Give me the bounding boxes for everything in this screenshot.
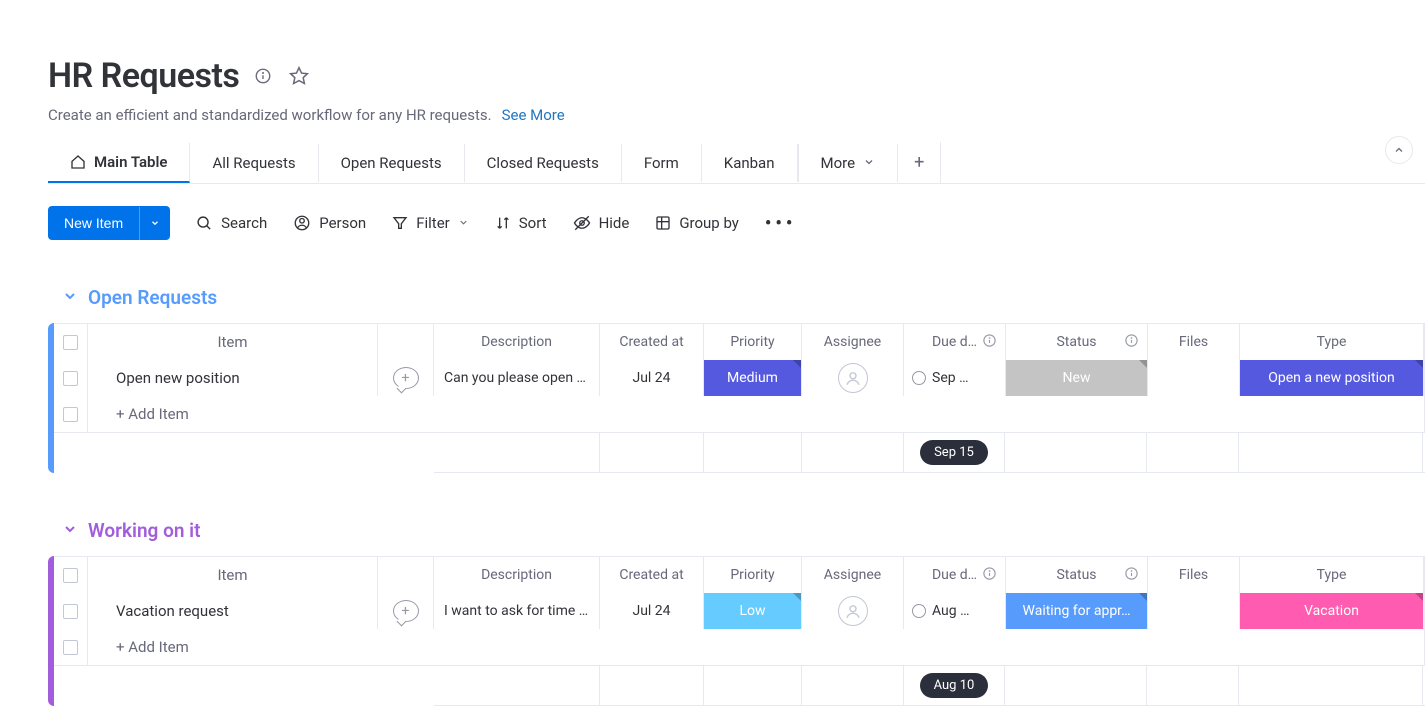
col-status[interactable]: Status — [1006, 324, 1148, 360]
col-item[interactable]: Item — [88, 557, 378, 593]
col-type[interactable]: Type — [1240, 324, 1424, 360]
select-all-cell[interactable] — [54, 557, 88, 593]
select-cell[interactable] — [54, 396, 88, 432]
groupby-tool[interactable]: Group by — [655, 214, 739, 232]
description-cell[interactable]: I want to ask for time … — [434, 593, 600, 629]
chat-cell[interactable]: + — [378, 360, 434, 396]
created-cell[interactable]: Jul 24 — [600, 360, 704, 396]
chevron-down-icon[interactable] — [62, 521, 78, 541]
group-title[interactable]: Working on it — [88, 519, 201, 542]
page-subtitle: Create an efficient and standardized wor… — [48, 106, 492, 124]
col-description[interactable]: Description — [434, 324, 600, 360]
tab-more[interactable]: More — [798, 144, 899, 182]
tab-kanban[interactable]: Kanban — [702, 144, 798, 182]
status-cell[interactable]: New — [1006, 360, 1148, 396]
home-icon — [70, 154, 86, 170]
item-name[interactable]: Open new position — [88, 360, 378, 396]
hide-tool[interactable]: Hide — [573, 214, 630, 232]
chat-cell[interactable]: + — [378, 593, 434, 629]
new-item-button[interactable]: New Item — [48, 206, 170, 240]
tabs-bar: Main Table All Requests Open Requests Cl… — [48, 142, 1425, 184]
search-tool[interactable]: Search — [196, 214, 267, 232]
select-cell[interactable] — [54, 629, 88, 665]
tab-all-requests[interactable]: All Requests — [190, 144, 318, 182]
info-icon[interactable] — [982, 333, 997, 352]
type-cell[interactable]: Vacation — [1240, 593, 1424, 629]
filter-icon — [392, 215, 408, 231]
tab-main-table[interactable]: Main Table — [48, 143, 190, 183]
files-cell[interactable] — [1148, 593, 1240, 629]
add-item-button[interactable]: + Add Item — [116, 638, 189, 656]
chevron-down-icon — [863, 154, 875, 172]
more-icon[interactable]: ••• — [765, 213, 796, 234]
col-created[interactable]: Created at — [600, 324, 704, 360]
date-summary-chip: Aug 10 — [920, 673, 989, 698]
hide-icon — [573, 214, 591, 232]
search-icon — [196, 215, 213, 232]
avatar-icon[interactable] — [838, 596, 868, 626]
status-cell[interactable]: Waiting for appr… — [1006, 593, 1148, 629]
tab-label: Main Table — [94, 153, 167, 171]
info-icon[interactable] — [1124, 566, 1139, 585]
col-item[interactable]: Item — [88, 324, 378, 360]
created-cell[interactable]: Jul 24 — [600, 593, 704, 629]
col-type[interactable]: Type — [1240, 557, 1424, 593]
col-assignee[interactable]: Assignee — [802, 557, 904, 593]
col-created[interactable]: Created at — [600, 557, 704, 593]
col-due[interactable]: Due d… — [904, 557, 1006, 593]
add-item-button[interactable]: + Add Item — [116, 405, 189, 423]
info-icon[interactable] — [251, 64, 275, 88]
sort-icon — [495, 215, 511, 231]
page-title: HR Requests — [48, 56, 239, 96]
person-icon — [293, 214, 311, 232]
description-cell[interactable]: Can you please open a… — [434, 360, 600, 396]
info-icon[interactable] — [982, 566, 997, 585]
tab-form[interactable]: Form — [622, 144, 702, 182]
assignee-cell[interactable] — [802, 593, 904, 629]
select-all-cell[interactable] — [54, 324, 88, 360]
star-icon[interactable] — [287, 64, 311, 88]
assignee-cell[interactable] — [802, 360, 904, 396]
due-cell[interactable]: Sep … — [904, 360, 1006, 396]
priority-cell[interactable]: Medium — [704, 360, 802, 396]
col-files[interactable]: Files — [1148, 324, 1240, 360]
chat-bubble-icon[interactable]: + — [393, 367, 419, 389]
avatar-icon[interactable] — [838, 363, 868, 393]
toolbar: New Item Search Person Filter Sort Hide … — [48, 206, 1425, 240]
due-cell[interactable]: Aug … — [904, 593, 1006, 629]
chevron-down-icon — [458, 214, 469, 232]
col-due[interactable]: Due d… — [904, 324, 1006, 360]
select-cell[interactable] — [54, 593, 88, 629]
person-filter[interactable]: Person — [293, 214, 366, 232]
col-chat — [378, 324, 434, 360]
files-cell[interactable] — [1148, 360, 1240, 396]
priority-cell[interactable]: Low — [704, 593, 802, 629]
collapse-button[interactable] — [1385, 136, 1413, 164]
col-files[interactable]: Files — [1148, 557, 1240, 593]
col-chat — [378, 557, 434, 593]
tab-closed-requests[interactable]: Closed Requests — [465, 144, 622, 182]
sort-tool[interactable]: Sort — [495, 214, 547, 232]
filter-tool[interactable]: Filter — [392, 214, 469, 232]
item-name[interactable]: Vacation request — [88, 593, 378, 629]
type-cell[interactable]: Open a new position — [1240, 360, 1424, 396]
col-assignee[interactable]: Assignee — [802, 324, 904, 360]
col-status[interactable]: Status — [1006, 557, 1148, 593]
grid-icon — [655, 215, 671, 231]
date-summary-chip: Sep 15 — [920, 440, 988, 465]
col-priority[interactable]: Priority — [704, 324, 802, 360]
tab-add[interactable]: + — [898, 142, 941, 183]
group-title[interactable]: Open Requests — [88, 286, 217, 309]
see-more-link[interactable]: See More — [502, 106, 565, 124]
col-description[interactable]: Description — [434, 557, 600, 593]
chat-bubble-icon[interactable]: + — [393, 600, 419, 622]
select-cell[interactable] — [54, 360, 88, 396]
info-icon[interactable] — [1124, 333, 1139, 352]
chevron-down-icon[interactable] — [62, 288, 78, 308]
col-priority[interactable]: Priority — [704, 557, 802, 593]
chevron-down-icon[interactable] — [139, 207, 170, 240]
tab-open-requests[interactable]: Open Requests — [319, 144, 465, 182]
